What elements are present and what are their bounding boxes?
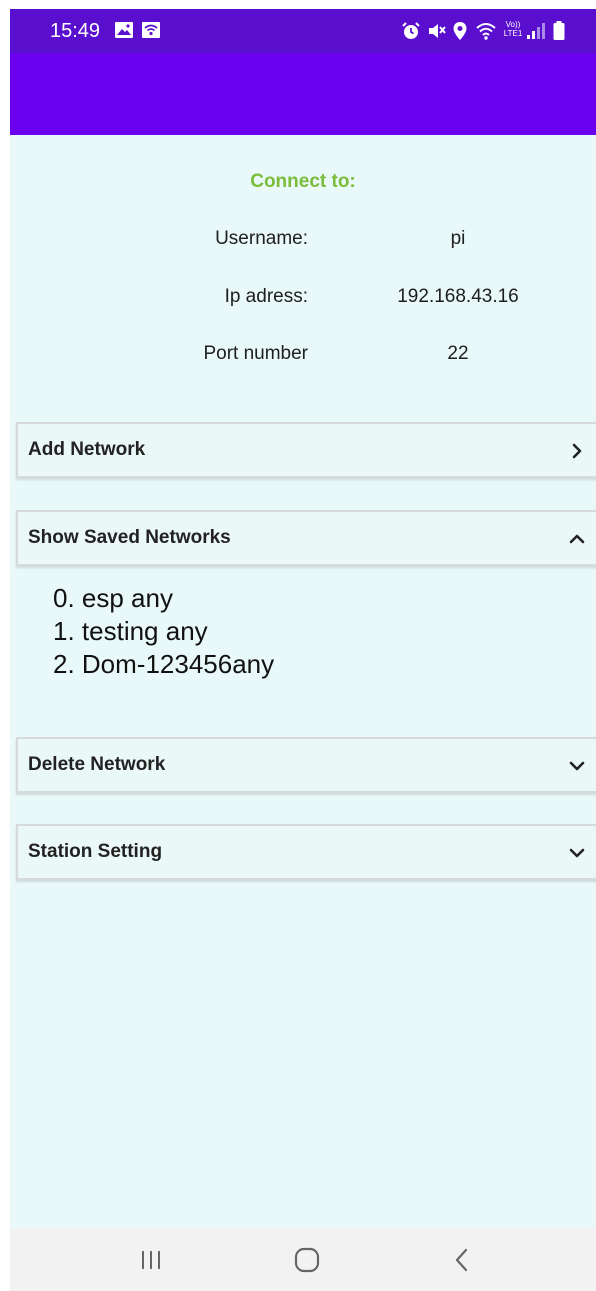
delete-network-section[interactable]: Delete Network (16, 737, 596, 793)
connect-to-heading: Connect to: (250, 171, 356, 192)
delete-network-title: Delete Network (28, 754, 166, 775)
username-value: pi (450, 228, 466, 249)
alarm-icon (402, 22, 420, 39)
username-label: Username: (215, 228, 308, 249)
clock: 15:49 (50, 20, 101, 42)
add-network-title: Add Network (28, 439, 146, 460)
show-saved-networks-title: Show Saved Networks (28, 527, 231, 548)
status-bar: 15:49 Vo)) LTE1 (10, 9, 596, 53)
saved-networks-list: 0. esp any 1. testing any 2. Dom-123456a… (53, 582, 274, 681)
add-network-section[interactable]: Add Network (16, 422, 596, 478)
chevron-right-icon (572, 443, 582, 459)
recent-apps-icon[interactable] (131, 1244, 171, 1276)
ip-address-label: Ip adress: (224, 286, 308, 307)
list-item: 0. esp any (53, 583, 173, 613)
chevron-down-icon (569, 848, 585, 858)
station-setting-section[interactable]: Station Setting (16, 824, 596, 880)
username-row: Username: pi (10, 228, 596, 254)
app-screen: 15:49 Vo)) LTE1 Connect to: Username: pi… (10, 9, 596, 1291)
port-number-row: Port number 22 (10, 343, 596, 369)
port-number-label: Port number (203, 343, 308, 364)
back-icon[interactable] (442, 1244, 482, 1276)
ip-address-value: 192.168.43.16 (397, 286, 519, 307)
system-nav-bar (10, 1228, 596, 1291)
app-bar (10, 53, 596, 135)
home-icon[interactable] (287, 1244, 327, 1276)
gallery-icon (115, 22, 133, 38)
signal-icon (527, 23, 545, 39)
volte-icon: Vo)) LTE1 (503, 20, 523, 38)
chevron-down-icon (569, 761, 585, 771)
list-item: 1. testing any (53, 616, 208, 646)
chevron-up-icon (569, 534, 585, 544)
wifi-notification-icon (142, 22, 160, 38)
list-item: 2. Dom-123456any (53, 649, 275, 679)
wifi-icon (476, 23, 496, 40)
port-number-value: 22 (447, 343, 469, 364)
ip-address-row: Ip adress: 192.168.43.16 (10, 286, 596, 312)
show-saved-networks-section[interactable]: Show Saved Networks (16, 510, 596, 566)
battery-icon (553, 21, 565, 40)
station-setting-title: Station Setting (28, 841, 163, 862)
mute-icon (429, 24, 446, 38)
location-icon (453, 22, 467, 40)
